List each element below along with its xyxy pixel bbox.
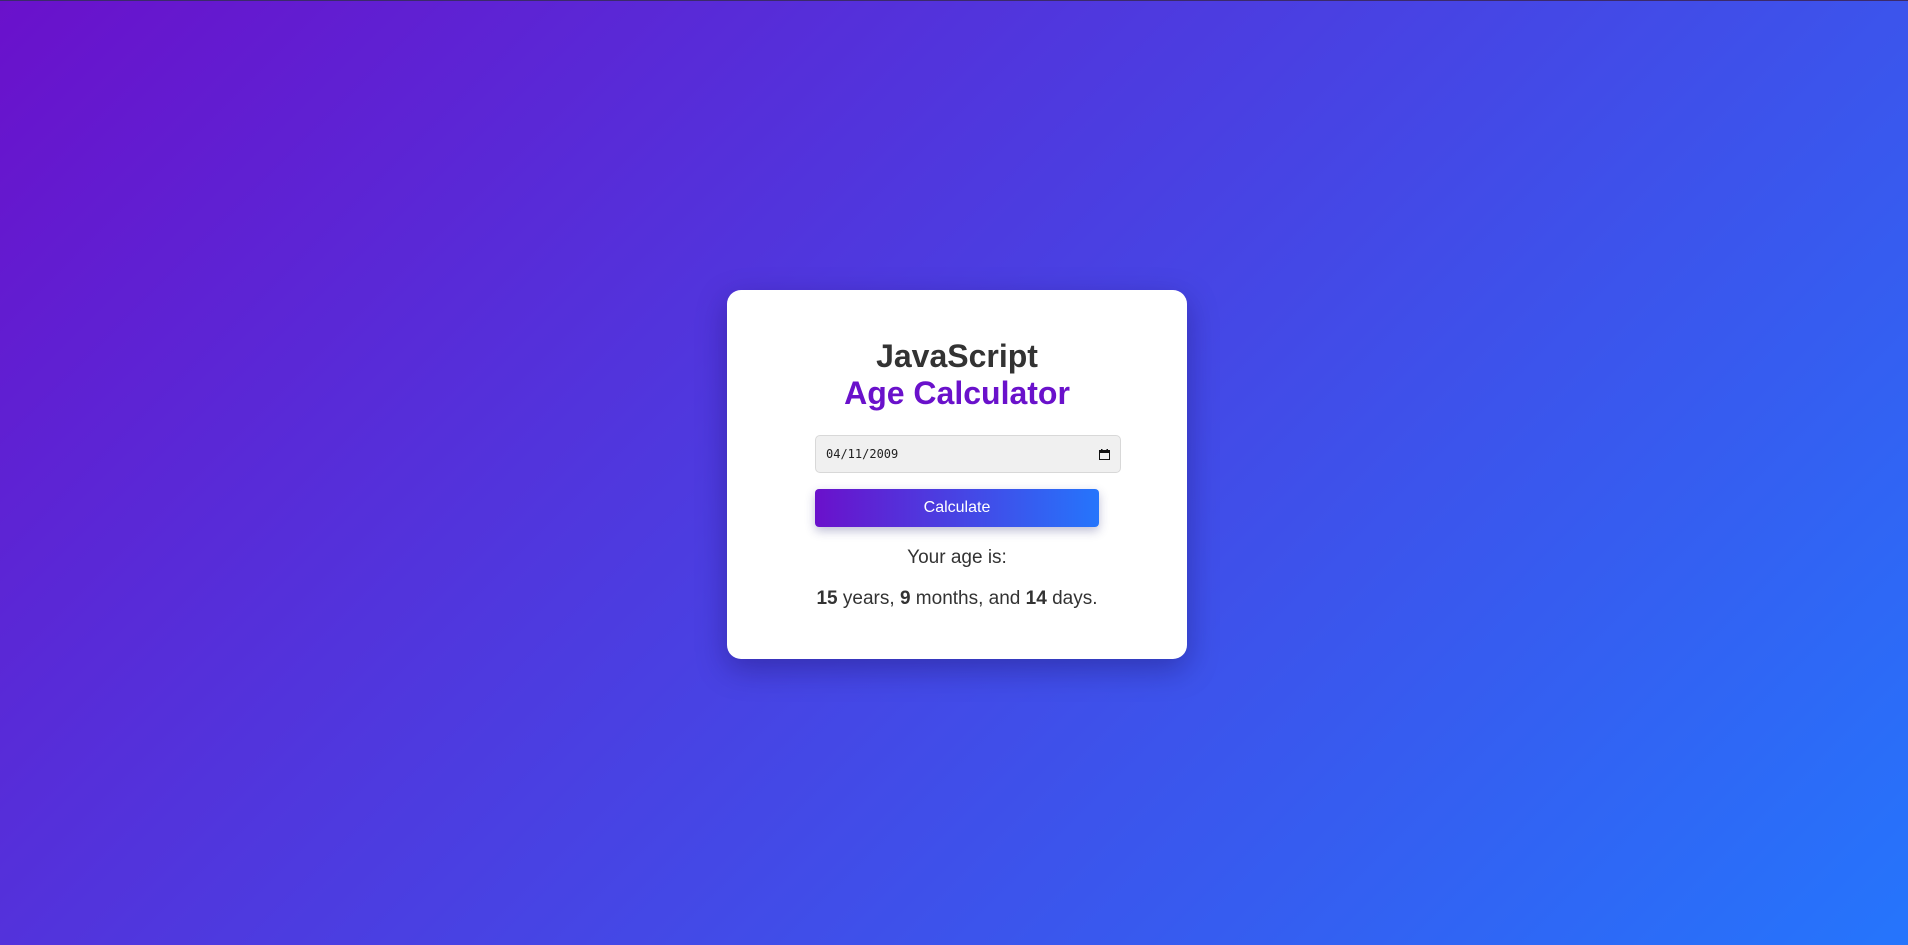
title-line-javascript: JavaScript [876, 338, 1038, 374]
days-value: 14 [1025, 588, 1047, 609]
days-word: days. [1052, 588, 1098, 609]
birthdate-input[interactable]: 04/11/2009 [815, 435, 1121, 473]
birthdate-value: 04/11/2009 [826, 447, 899, 461]
calendar-icon[interactable] [1099, 448, 1110, 460]
months-word: months, and [915, 588, 1021, 609]
age-calculator-card: JavaScript Age Calculator 04/11/2009 Cal… [727, 290, 1187, 659]
age-label: Your age is: [907, 547, 1007, 568]
years-word: years, [842, 588, 895, 609]
years-value: 15 [816, 588, 838, 609]
title-line-age-calculator: Age Calculator [844, 375, 1070, 411]
top-border [0, 0, 1908, 1]
age-result: 15 years, 9 months, and 14 days. [727, 588, 1187, 610]
months-value: 9 [899, 588, 911, 609]
page-title: JavaScript Age Calculator [727, 338, 1187, 412]
calculate-button[interactable]: Calculate [815, 489, 1099, 527]
